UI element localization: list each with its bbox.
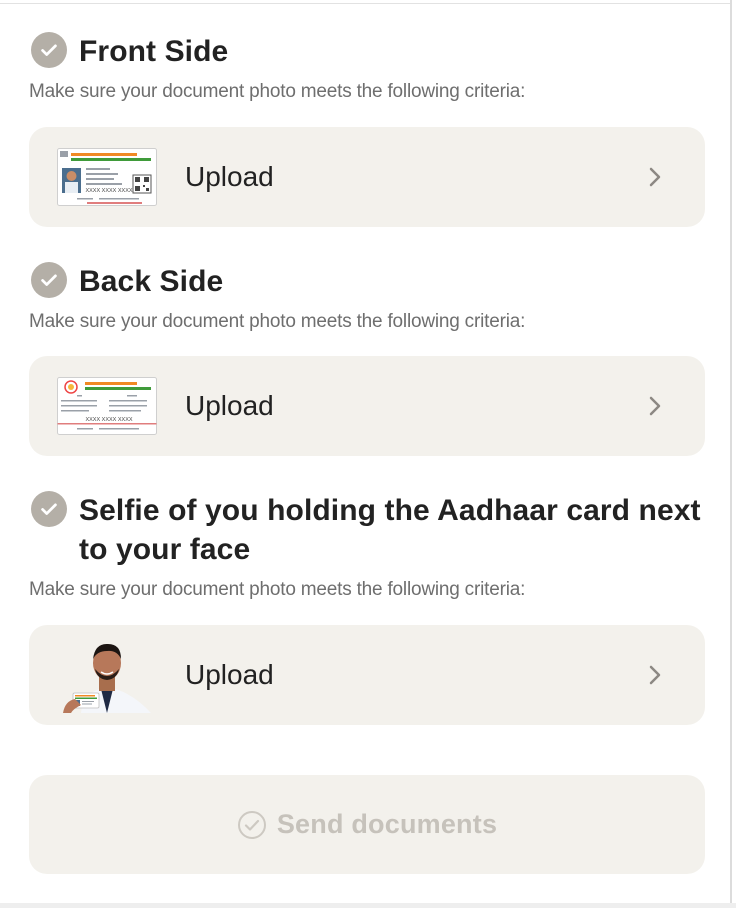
check-circle-icon <box>237 810 266 839</box>
selfie-header: Selfie of you holding the Aadhaar card n… <box>29 491 705 569</box>
selfie-upload-label: Upload <box>185 659 274 690</box>
person-holding-card-icon <box>61 639 153 713</box>
back-side-upload-label: Upload <box>185 390 274 421</box>
selfie-title: Selfie of you holding the Aadhaar card n… <box>79 494 701 566</box>
check-icon <box>31 491 67 527</box>
top-divider <box>0 3 730 4</box>
front-side-upload-label: Upload <box>185 161 274 192</box>
check-icon <box>31 32 67 68</box>
bottom-divider <box>0 903 736 908</box>
front-side-section: Front Side Make sure your document photo… <box>29 32 705 104</box>
chevron-right-icon <box>647 392 665 420</box>
aadhaar-back-card-icon: XXXX XXXX XXXX <box>57 377 157 435</box>
back-card-number: XXXX XXXX XXXX <box>85 417 132 423</box>
right-border <box>730 0 732 908</box>
send-documents-label: Send documents <box>276 809 498 839</box>
selfie-section: Selfie of you holding the Aadhaar card n… <box>29 491 705 602</box>
back-side-title: Back Side <box>79 265 224 298</box>
check-icon <box>31 262 67 298</box>
front-side-header: Front Side <box>29 32 705 71</box>
front-card-number: XXXX XXXX XXXX <box>85 188 132 194</box>
back-side-header: Back Side <box>29 262 705 301</box>
chevron-right-icon <box>647 661 665 689</box>
aadhaar-front-card-icon: XXXX XXXX XXXX <box>57 148 157 206</box>
document-upload-screen: Front Side Make sure your document photo… <box>0 0 736 908</box>
front-side-upload-button[interactable]: XXXX XXXX XXXX Upload <box>29 127 705 227</box>
send-documents-button[interactable]: Send documents <box>29 775 705 874</box>
back-side-criteria-text: Make sure your document photo meets the … <box>29 311 526 332</box>
back-side-upload-button[interactable]: XXXX XXXX XXXX Upload <box>29 356 705 456</box>
back-side-section: Back Side Make sure your document photo … <box>29 262 705 334</box>
front-side-title: Front Side <box>79 35 229 68</box>
chevron-right-icon <box>647 163 665 191</box>
selfie-upload-button[interactable]: Upload <box>29 625 705 725</box>
front-side-criteria-text: Make sure your document photo meets the … <box>29 81 526 102</box>
send-documents-content: Send documents <box>237 809 497 840</box>
selfie-criteria-text: Make sure your document photo meets the … <box>29 579 526 600</box>
